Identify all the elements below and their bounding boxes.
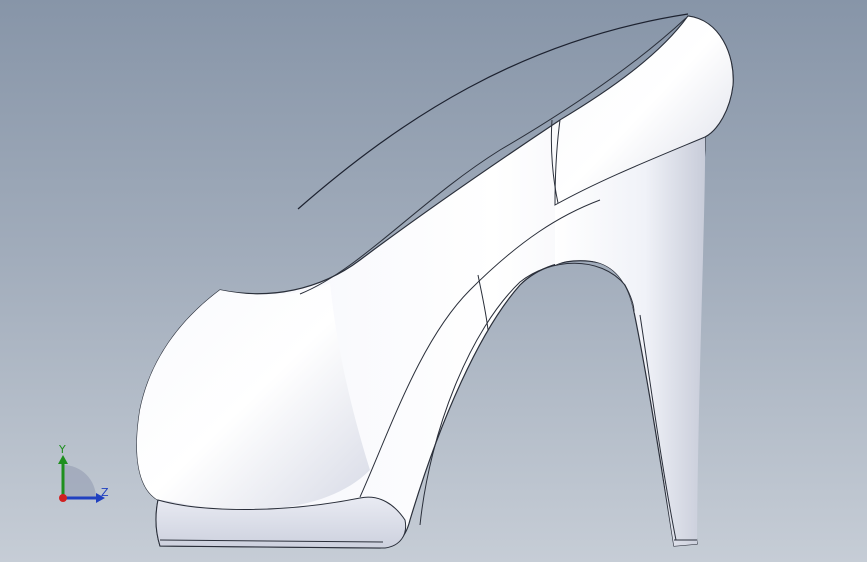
y-axis-label: Y <box>59 443 66 456</box>
coordinate-triad: Y Z <box>48 440 118 510</box>
graphics-viewport[interactable]: Y Z <box>0 0 867 562</box>
shoe-model[interactable] <box>0 0 867 562</box>
z-axis-label: Z <box>101 486 109 499</box>
heel <box>555 137 706 546</box>
